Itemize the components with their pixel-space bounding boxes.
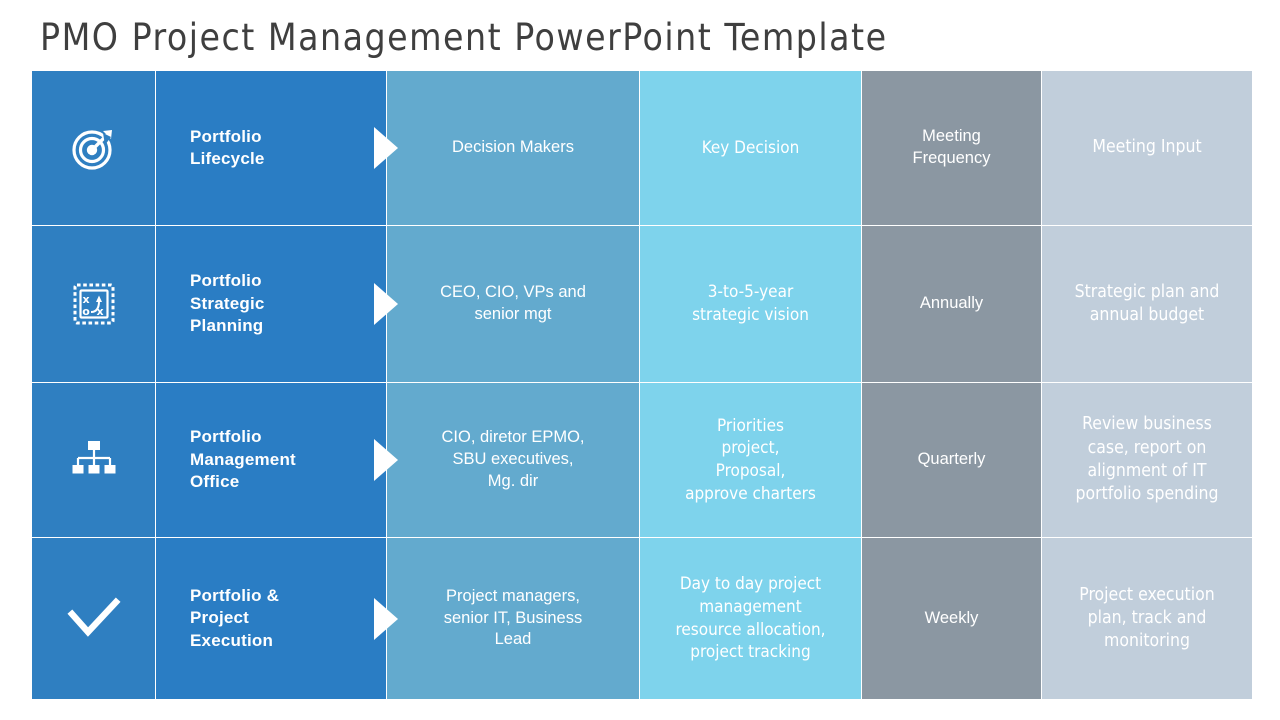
stage-arrow-icon — [374, 597, 398, 640]
table-row-4-meeting-input-cell: Project execution plan, track and monito… — [1042, 538, 1252, 699]
table-row-1-decision-makers-cell: Decision Makers — [387, 71, 639, 225]
key-decision-text: 3-to-5-year strategic vision — [692, 282, 809, 325]
stage-arrow-icon — [374, 127, 398, 169]
meeting-input-text: Meeting Input — [1092, 137, 1202, 158]
table-row-1-meeting-frequency-cell: Meeting Frequency — [862, 71, 1041, 225]
page-title: PMO Project Management PowerPoint Templa… — [40, 16, 888, 59]
table-row-2-key-decision-cell: 3-to-5-year strategic vision — [640, 226, 861, 382]
table-row-3-meeting-input-cell: Review business case, report on alignmen… — [1042, 383, 1252, 537]
table-row-4-meeting-frequency-cell: Weekly — [862, 538, 1041, 699]
table-row-3-meeting-frequency-cell: Quarterly — [862, 383, 1041, 537]
table-row-1-stage-cell: Portfolio Lifecycle — [156, 71, 398, 225]
table-row-2-stage-cell: Portfolio Strategic Planning — [156, 226, 398, 382]
stage-arrow-icon — [374, 283, 398, 325]
table-row-4-icon-cell — [32, 538, 155, 699]
table-row-4-key-decision-cell: Day to day project management resource a… — [640, 538, 861, 699]
decision-makers-text: Decision Makers — [452, 138, 574, 157]
stage-label: Portfolio Lifecycle — [190, 126, 265, 168]
table-row-3-icon-cell — [32, 383, 155, 537]
decision-makers-text: CIO, diretor EPMO, SBU executives, Mg. d… — [441, 428, 585, 490]
meeting-input-text: Project execution plan, track and monito… — [1079, 584, 1215, 652]
svg-text:o: o — [82, 305, 90, 318]
target-arrow-icon — [67, 121, 121, 175]
table-row-4-decision-makers-cell: Project managers, senior IT, Business Le… — [387, 538, 639, 699]
key-decision-text: Day to day project management resource a… — [675, 574, 826, 663]
meeting-frequency-text: Weekly — [924, 608, 979, 627]
table-row-1-key-decision-cell: Key Decision — [640, 71, 861, 225]
table-row-2-meeting-frequency-cell: Annually — [862, 226, 1041, 382]
pmo-matrix-table: Portfolio Lifecycle Decision Makers Key … — [32, 71, 1252, 699]
key-decision-text: Key Decision — [701, 137, 800, 158]
meeting-frequency-text: Quarterly — [917, 450, 986, 469]
meeting-frequency-text: Annually — [919, 294, 984, 313]
table-row-2-decision-makers-cell: CEO, CIO, VPs and senior mgt — [387, 226, 639, 382]
org-chart-icon — [67, 433, 121, 487]
decision-makers-text: Project managers, senior IT, Business Le… — [443, 586, 583, 649]
table-row-3-key-decision-cell: Priorities project, Proposal, approve ch… — [640, 383, 861, 537]
key-decision-text: Priorities project, Proposal, approve ch… — [685, 415, 816, 504]
table-row-1-meeting-input-cell: Meeting Input — [1042, 71, 1252, 225]
stage-label: Portfolio Management Office — [190, 427, 296, 492]
table-row-2-icon-cell: x o x — [32, 226, 155, 382]
table-row-1-icon-cell — [32, 71, 155, 225]
checkmark-icon — [66, 592, 121, 646]
meeting-frequency-text: Meeting Frequency — [912, 127, 991, 167]
stage-label: Portfolio Strategic Planning — [190, 271, 265, 336]
table-row-3-stage-cell: Portfolio Management Office — [156, 383, 398, 537]
stage-label: Portfolio & Project Execution — [190, 585, 280, 650]
decision-makers-text: CEO, CIO, VPs and senior mgt — [440, 283, 586, 323]
table-row-3-decision-makers-cell: CIO, diretor EPMO, SBU executives, Mg. d… — [387, 383, 639, 537]
table-row-2-meeting-input-cell: Strategic plan and annual budget — [1042, 226, 1252, 382]
strategy-board-icon: x o x — [67, 277, 121, 331]
meeting-input-text: Review business case, report on alignmen… — [1075, 414, 1219, 505]
meeting-input-text: Strategic plan and annual budget — [1074, 281, 1220, 325]
table-row-4-stage-cell: Portfolio & Project Execution — [156, 538, 398, 699]
stage-arrow-icon — [374, 439, 398, 481]
